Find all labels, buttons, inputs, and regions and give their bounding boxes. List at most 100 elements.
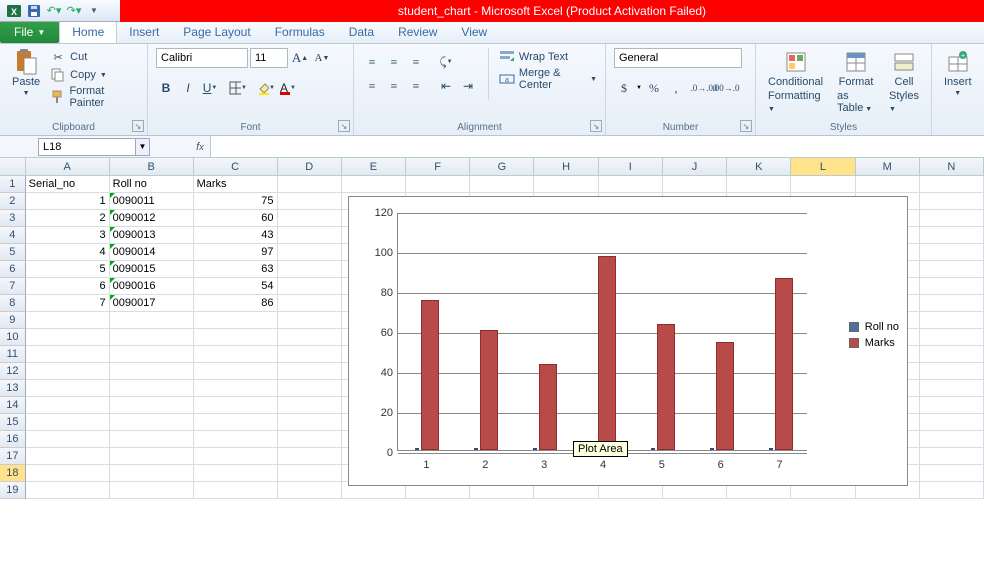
fill-color-button[interactable]: ▼ <box>256 78 276 98</box>
cell[interactable] <box>920 465 984 482</box>
chart-bar-rollno[interactable] <box>710 448 714 450</box>
percent-button[interactable]: % <box>644 78 664 98</box>
col-C[interactable]: C <box>194 158 278 175</box>
cell[interactable] <box>110 448 194 465</box>
cell[interactable] <box>278 227 342 244</box>
alignment-dialog-launcher[interactable]: ↘ <box>590 120 602 132</box>
cell[interactable] <box>920 448 984 465</box>
underline-button[interactable]: U▼ <box>200 78 220 98</box>
col-J[interactable]: J <box>663 158 727 175</box>
align-middle-button[interactable]: ≡ <box>384 52 404 72</box>
cell[interactable] <box>278 431 342 448</box>
row-header-6[interactable]: 6 <box>0 261 26 278</box>
legend-rollno[interactable]: Roll no <box>849 321 899 333</box>
cell[interactable] <box>920 278 984 295</box>
cell[interactable] <box>920 414 984 431</box>
cell[interactable] <box>342 176 406 193</box>
cell[interactable]: Serial_no <box>26 176 110 193</box>
cell[interactable] <box>26 465 110 482</box>
cell[interactable]: 0090016 <box>110 278 194 295</box>
col-B[interactable]: B <box>110 158 194 175</box>
chart-bar-marks[interactable] <box>716 342 734 450</box>
cell[interactable] <box>194 312 278 329</box>
cell[interactable] <box>278 380 342 397</box>
number-dialog-launcher[interactable]: ↘ <box>740 120 752 132</box>
chart-bar-marks[interactable] <box>539 364 557 450</box>
border-button[interactable]: ▼ <box>228 78 248 98</box>
chart-bar-rollno[interactable] <box>533 448 537 450</box>
qat-dropdown-icon[interactable]: ▼ <box>86 3 102 19</box>
align-bottom-button[interactable]: ≡ <box>406 52 426 72</box>
cell[interactable]: 4 <box>26 244 110 261</box>
cell[interactable] <box>920 329 984 346</box>
row-header-5[interactable]: 5 <box>0 244 26 261</box>
cell[interactable]: 3 <box>26 227 110 244</box>
cell[interactable] <box>278 329 342 346</box>
cell[interactable] <box>920 482 984 499</box>
chart-bar-rollno[interactable] <box>651 448 655 450</box>
increase-decimal-button[interactable]: .0→.00 <box>694 78 714 98</box>
cell[interactable]: 54 <box>194 278 278 295</box>
cell[interactable]: 0090012 <box>110 210 194 227</box>
align-right-button[interactable]: ≡ <box>406 76 426 96</box>
decrease-decimal-button[interactable]: .00→.0 <box>716 78 736 98</box>
col-I[interactable]: I <box>599 158 663 175</box>
cell[interactable]: 2 <box>26 210 110 227</box>
cell[interactable] <box>920 227 984 244</box>
cell[interactable]: 7 <box>26 295 110 312</box>
tab-formulas[interactable]: Formulas <box>263 21 337 43</box>
format-painter-button[interactable]: Format Painter <box>50 84 139 110</box>
chart-legend[interactable]: Roll no Marks <box>849 317 899 353</box>
cell[interactable] <box>920 244 984 261</box>
cell[interactable] <box>110 414 194 431</box>
cell[interactable] <box>920 210 984 227</box>
cell[interactable] <box>26 329 110 346</box>
cell[interactable]: 63 <box>194 261 278 278</box>
cell[interactable] <box>26 397 110 414</box>
row-header-17[interactable]: 17 <box>0 448 26 465</box>
cell[interactable]: Marks <box>194 176 278 193</box>
col-D[interactable]: D <box>278 158 342 175</box>
cell[interactable] <box>278 210 342 227</box>
col-N[interactable]: N <box>920 158 984 175</box>
cell[interactable] <box>110 465 194 482</box>
row-header-12[interactable]: 12 <box>0 363 26 380</box>
cell[interactable] <box>406 176 470 193</box>
cell[interactable] <box>26 363 110 380</box>
cell[interactable] <box>856 176 920 193</box>
cell[interactable] <box>194 397 278 414</box>
cell[interactable] <box>26 482 110 499</box>
chart-bar-rollno[interactable] <box>415 448 419 450</box>
cell[interactable] <box>278 414 342 431</box>
cell[interactable]: 75 <box>194 193 278 210</box>
tab-view[interactable]: View <box>449 21 499 43</box>
row-header-14[interactable]: 14 <box>0 397 26 414</box>
cell[interactable] <box>534 176 598 193</box>
row-header-15[interactable]: 15 <box>0 414 26 431</box>
chart-bar-rollno[interactable] <box>474 448 478 450</box>
row-header-18[interactable]: 18 <box>0 465 26 482</box>
cell[interactable]: 0090017 <box>110 295 194 312</box>
tab-data[interactable]: Data <box>337 21 386 43</box>
cell[interactable]: 43 <box>194 227 278 244</box>
select-all-corner[interactable] <box>0 158 26 175</box>
cell[interactable] <box>920 261 984 278</box>
copy-button[interactable]: Copy ▼ <box>50 66 139 84</box>
increase-indent-button[interactable]: ⇥ <box>458 76 478 96</box>
fx-icon[interactable]: fx <box>190 136 210 157</box>
redo-icon[interactable]: ↷▾ <box>66 3 82 19</box>
chart-bar-marks[interactable] <box>775 278 793 450</box>
row-header-11[interactable]: 11 <box>0 346 26 363</box>
cell[interactable] <box>278 176 342 193</box>
conditional-formatting-button[interactable]: Conditional Formatting ▼ <box>764 48 827 116</box>
row-header-13[interactable]: 13 <box>0 380 26 397</box>
cell[interactable]: Roll no <box>110 176 194 193</box>
chart-bar-marks[interactable] <box>421 300 439 450</box>
cell[interactable] <box>278 363 342 380</box>
col-F[interactable]: F <box>406 158 470 175</box>
align-top-button[interactable]: ≡ <box>362 52 382 72</box>
chart-bar-marks[interactable] <box>598 256 616 450</box>
cell[interactable] <box>278 312 342 329</box>
cell[interactable] <box>110 363 194 380</box>
cell[interactable]: 86 <box>194 295 278 312</box>
